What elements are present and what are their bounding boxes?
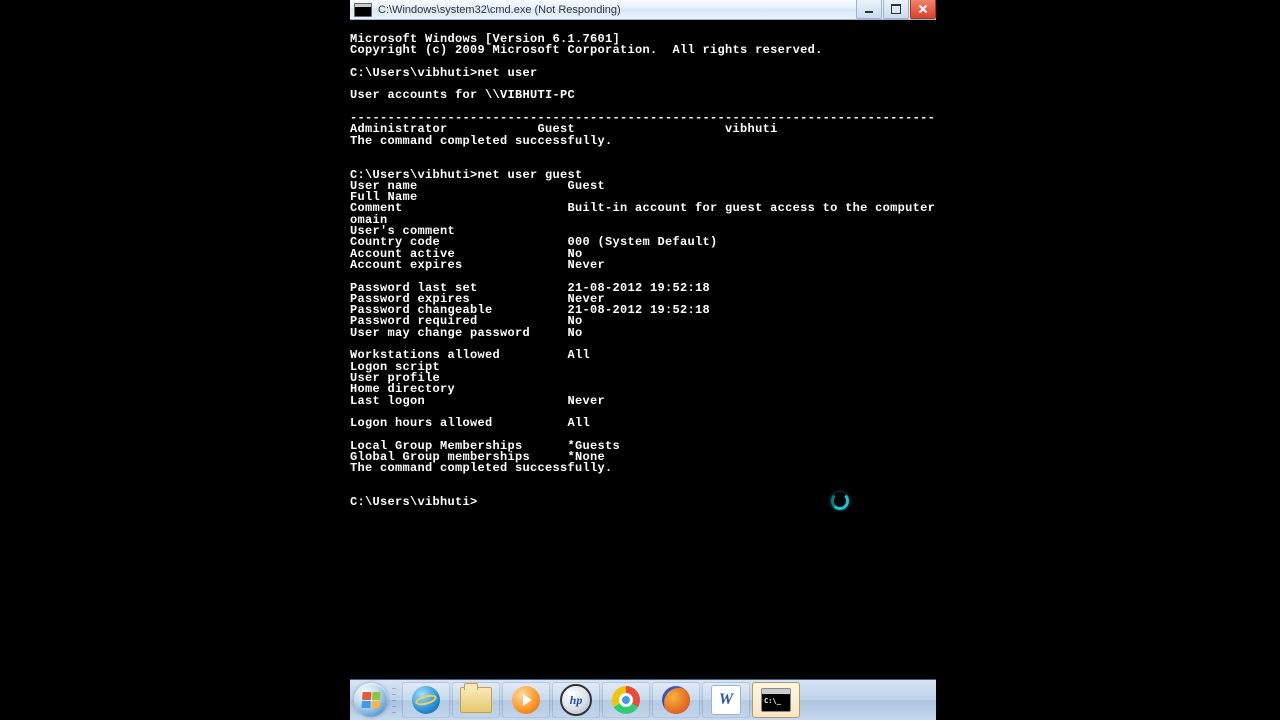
chrome-icon	[612, 686, 640, 714]
hp-icon: hp	[560, 684, 592, 716]
minimize-icon	[865, 11, 873, 13]
taskbar-item-word[interactable]: W	[702, 682, 750, 718]
firefox-icon	[662, 686, 690, 714]
taskbar-item-cmd[interactable]	[752, 682, 800, 718]
maximize-button[interactable]	[883, 0, 909, 19]
minimize-button[interactable]	[856, 0, 882, 19]
close-button[interactable]	[910, 0, 936, 19]
taskbar-item-firefox[interactable]	[652, 682, 700, 718]
cmd-icon	[761, 688, 791, 712]
taskbar-item-explorer[interactable]	[452, 682, 500, 718]
taskbar-item-hp[interactable]: hp	[552, 682, 600, 718]
explorer-icon	[460, 687, 492, 713]
taskbar-separator	[392, 685, 398, 715]
internet-explorer-icon	[412, 686, 440, 714]
cmd-window: C:\Windows\system32\cmd.exe (Not Respond…	[350, 0, 936, 720]
terminal-output[interactable]: Microsoft Windows [Version 6.1.7601] Cop…	[350, 32, 936, 692]
cmd-system-icon[interactable]	[354, 3, 372, 17]
taskbar-item-ie[interactable]	[402, 682, 450, 718]
maximize-icon	[891, 4, 901, 14]
wait-cursor-icon	[831, 492, 849, 510]
word-icon: W	[711, 685, 741, 715]
window-title: C:\Windows\system32\cmd.exe (Not Respond…	[378, 4, 621, 16]
taskbar-item-wmp[interactable]	[502, 682, 550, 718]
media-player-icon	[512, 686, 540, 714]
taskbar-item-chrome[interactable]	[602, 682, 650, 718]
windows-logo-icon	[361, 692, 380, 708]
window-controls	[855, 0, 936, 18]
titlebar[interactable]: C:\Windows\system32\cmd.exe (Not Respond…	[350, 0, 936, 20]
close-icon	[918, 4, 928, 14]
start-button[interactable]	[354, 683, 388, 717]
taskbar[interactable]: hp W	[350, 679, 936, 720]
